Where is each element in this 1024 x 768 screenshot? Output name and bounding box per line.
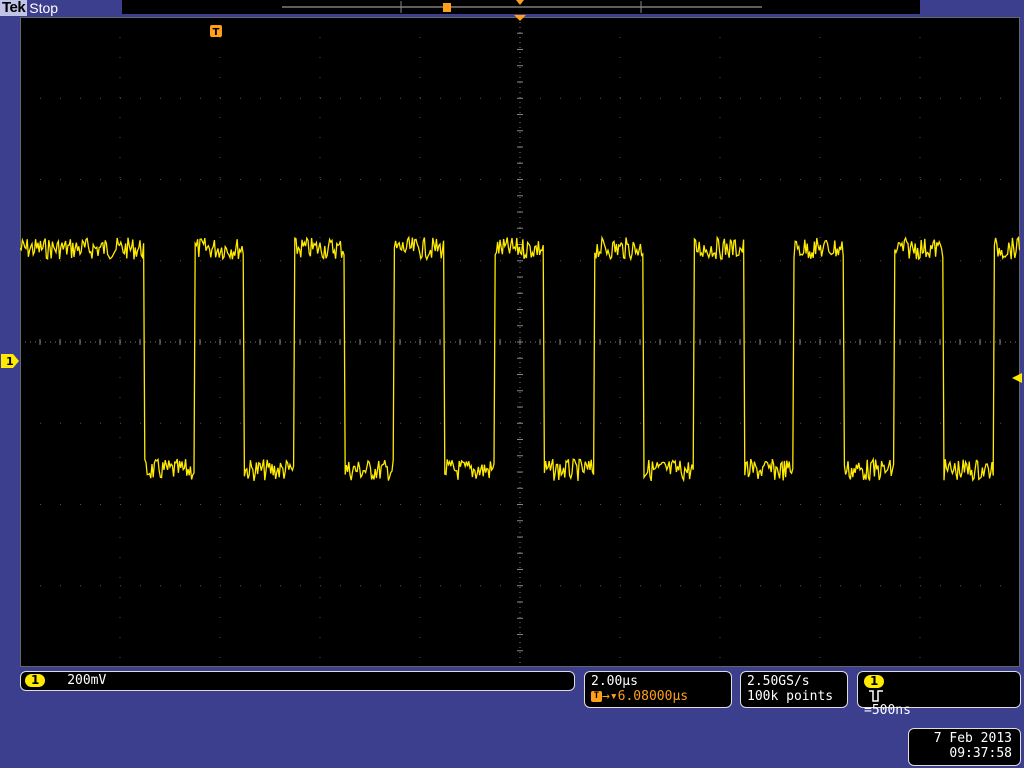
graticule: [20, 17, 1020, 667]
trigger-condition: =500ns: [864, 703, 911, 718]
svg-text:1: 1: [6, 355, 14, 368]
timebase-readout[interactable]: 2.00µs T →▾6.08000µs: [584, 671, 732, 708]
acquisition-state: Stop: [29, 0, 59, 16]
channel-1-ground-marker-icon[interactable]: 1: [0, 352, 20, 370]
trigger-readout[interactable]: 1 =500ns: [857, 671, 1021, 718]
brand-logo: Tek: [0, 0, 28, 16]
trigger-position-readout: T →▾6.08000µs: [591, 689, 725, 704]
channel-1-scale: 200mV: [67, 673, 107, 688]
sample-rate: 2.50GS/s: [747, 674, 810, 689]
trigger-t-icon: T: [591, 691, 602, 702]
brand: Tek Stop: [0, 0, 58, 16]
record-length: 100k points: [747, 689, 834, 704]
channel-1-badge: 1: [25, 674, 46, 687]
channel-1-waveform: [20, 235, 1020, 483]
record-trigger-icon: [443, 3, 451, 12]
time: 09:37:58: [949, 746, 1012, 761]
trigger-level-icon[interactable]: [1010, 371, 1024, 385]
trigger-source-badge: 1: [864, 675, 885, 688]
trigger-position-icon[interactable]: T: [209, 24, 223, 38]
acquisition-readout[interactable]: 2.50GS/s 100k points: [740, 671, 848, 708]
channel-1-readout[interactable]: 1 200mV: [20, 671, 575, 691]
datetime-readout: 7 Feb 2013 09:37:58: [908, 728, 1021, 766]
expansion-point-icon: [514, 15, 526, 21]
time-per-div: 2.00µs: [591, 674, 638, 689]
waveform-display[interactable]: [20, 17, 1020, 667]
arrow-icon: →▾: [602, 689, 618, 704]
record-view-graphic: [282, 0, 762, 13]
svg-text:T: T: [213, 27, 220, 38]
date: 7 Feb 2013: [933, 731, 1012, 746]
pulse-width-icon: [869, 690, 883, 702]
record-expansion-icon: [516, 0, 524, 5]
record-view-bar[interactable]: [122, 0, 920, 14]
